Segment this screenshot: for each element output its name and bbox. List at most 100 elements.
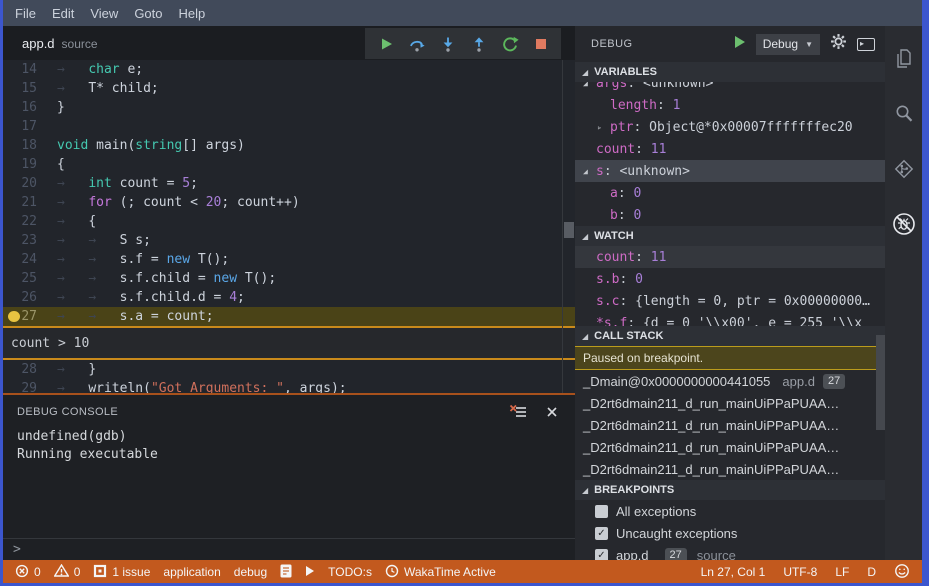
activity-files-button[interactable] [891, 46, 917, 72]
code-line-16[interactable]: 16} [3, 98, 575, 117]
status-lf[interactable]: LF [835, 565, 849, 579]
status-wakatime-active[interactable]: WakaTime Active [385, 564, 496, 580]
menu-view[interactable]: View [82, 6, 126, 21]
line-number-gutter[interactable]: 14 [3, 60, 49, 79]
line-number-gutter[interactable]: 17 [3, 117, 49, 136]
checkbox-checked-icon[interactable]: ✓ [595, 548, 608, 560]
debug-step-into-button[interactable] [432, 29, 463, 59]
code-line-22[interactable]: 22 → { [3, 212, 575, 231]
menu-edit[interactable]: Edit [44, 6, 82, 21]
code-line-28[interactable]: 28 → } [3, 360, 575, 379]
variable-row[interactable]: ◢ s: <unknown> [575, 160, 885, 182]
section-header-variables[interactable]: ◢ VARIABLES [575, 62, 885, 82]
line-number-gutter[interactable]: 21 [3, 193, 49, 212]
variable-row[interactable]: ▹ ptr: Object@*0x00007fffffffec20 [575, 116, 885, 138]
line-number-gutter[interactable]: 29 [3, 379, 49, 393]
variable-row[interactable]: count: 11 [575, 138, 885, 160]
stack-frame-row[interactable]: _D2rt6dmain211_d_run_mainUiPPaPUAA… [575, 414, 885, 436]
stack-frame-row[interactable]: _D2rt6dmain211_d_run_mainUiPPaPUAA… [575, 436, 885, 458]
line-number-gutter[interactable]: 28 [3, 360, 49, 379]
code-line-20[interactable]: 20 → int count = 5; [3, 174, 575, 193]
breakpoint-row[interactable]: ✓ Uncaught exceptions [575, 522, 885, 544]
code-line-15[interactable]: 15 → T* child; [3, 79, 575, 98]
line-number-gutter[interactable]: 18 [3, 136, 49, 155]
watch-row[interactable]: *s.f: {d = 0 '\\x00', e = 255 '\\x [575, 312, 885, 327]
status-1-issue[interactable]: 1 issue [93, 564, 150, 580]
status-0[interactable]: 0 [53, 563, 80, 579]
debug-restart-button[interactable] [494, 29, 525, 59]
line-number-gutter[interactable]: 27 [3, 307, 49, 326]
status-play[interactable] [305, 565, 315, 579]
status-doc[interactable] [280, 564, 292, 580]
debug-config-dropdown[interactable]: Debug ▼ [755, 33, 820, 55]
menu-goto[interactable]: Goto [126, 6, 170, 21]
tab-app-d[interactable]: app.d source [3, 36, 98, 51]
menu-file[interactable]: File [7, 6, 44, 21]
line-number-gutter[interactable]: 15 [3, 79, 49, 98]
line-number-gutter[interactable]: 16 [3, 98, 49, 117]
variable-row[interactable]: length: 1 [575, 94, 885, 116]
stack-frame-row[interactable]: _Dmain@0x0000000000441055 app.d 27 [575, 370, 885, 392]
stack-frame-row[interactable]: _D2rt6dmain211_d_run_mainUiPPaPUAA… [575, 458, 885, 480]
line-number-gutter[interactable]: 25 [3, 269, 49, 288]
activity-debug-button[interactable] [891, 211, 917, 237]
start-debug-button[interactable] [734, 35, 746, 54]
line-number-gutter[interactable]: 20 [3, 174, 49, 193]
expanded-icon[interactable]: ◢ [583, 167, 596, 176]
status-ln-27-col-1[interactable]: Ln 27, Col 1 [701, 565, 766, 579]
status-application[interactable]: application [163, 565, 220, 579]
watch-row[interactable]: count: 11 [575, 246, 885, 268]
section-header-watch[interactable]: ◢ WATCH [575, 226, 885, 246]
code-line-25[interactable]: 25 → → s.f.child = new T(); [3, 269, 575, 288]
line-number-gutter[interactable]: 19 [3, 155, 49, 174]
checkbox-checked-icon[interactable]: ✓ [595, 526, 608, 540]
breakpoint-row[interactable]: All exceptions [575, 500, 885, 522]
code-line-14[interactable]: 14 → char e; [3, 60, 575, 79]
watch-row[interactable]: s.c: {length = 0, ptr = 0x00000000… [575, 290, 885, 312]
configure-gear-icon[interactable] [830, 33, 847, 55]
code-line-26[interactable]: 26 → → s.f.child.d = 4; [3, 288, 575, 307]
code-line-27[interactable]: 27 → → s.a = count; [3, 307, 575, 326]
breakpoint-row[interactable]: ✓ app.d 27 source [575, 544, 885, 560]
code-line-24[interactable]: 24 → → s.f = new T(); [3, 250, 575, 269]
breakpoint-condition-widget[interactable]: count > 10 [3, 326, 575, 360]
code-line-29[interactable]: 29 → writeln("Got Arguments: ", args); [3, 379, 575, 393]
debug-step-over-button[interactable] [401, 29, 432, 59]
variable-row[interactable]: a: 0 [575, 182, 885, 204]
expanded-icon[interactable]: ◢ [583, 82, 596, 88]
stack-frame-row[interactable]: _D2rt6dmain211_d_run_mainUiPPaPUAA… [575, 392, 885, 414]
line-number-gutter[interactable]: 26 [3, 288, 49, 307]
open-console-icon[interactable]: ▸ [857, 37, 875, 51]
variable-row[interactable]: b: 0 [575, 204, 885, 226]
section-header-breakpoints[interactable]: ◢ BREAKPOINTS [575, 480, 885, 500]
debug-console-input[interactable]: > [3, 538, 575, 560]
debug-stop-button[interactable] [525, 29, 556, 59]
debug-step-out-button[interactable] [463, 29, 494, 59]
code-editor[interactable]: 14 → char e; 15 → T* child; 16} 17 18 void main… [3, 60, 575, 393]
code-line-18[interactable]: 18 void main(string[] args) [3, 136, 575, 155]
code-line-21[interactable]: 21 → for (; count < 20; count++) [3, 193, 575, 212]
status-utf-8[interactable]: UTF-8 [783, 565, 817, 579]
close-panel-icon[interactable] [545, 405, 559, 419]
sidebar-scrollbar[interactable] [876, 335, 885, 430]
watch-row[interactable]: s.b: 0 [575, 268, 885, 290]
code-line-23[interactable]: 23 → → S s; [3, 231, 575, 250]
collapsed-icon[interactable]: ▹ [597, 123, 610, 132]
section-header-call-stack[interactable]: ◢ CALL STACK [575, 326, 885, 346]
menu-help[interactable]: Help [171, 6, 214, 21]
debug-continue-button[interactable] [370, 29, 401, 59]
clear-console-icon[interactable] [509, 404, 528, 420]
checkbox-unchecked-icon[interactable] [595, 504, 608, 518]
status-debug[interactable]: debug [234, 565, 267, 579]
line-number-gutter[interactable]: 23 [3, 231, 49, 250]
status-todo-s[interactable]: TODO:s [328, 565, 372, 579]
line-number-gutter[interactable]: 24 [3, 250, 49, 269]
variable-row[interactable]: ◢ args: <unknown> [575, 82, 885, 94]
activity-git-button[interactable] [891, 156, 917, 182]
status-0[interactable]: 0 [15, 564, 41, 580]
status-d[interactable]: D [867, 565, 876, 579]
status-smiley[interactable] [894, 563, 910, 581]
line-number-gutter[interactable]: 22 [3, 212, 49, 231]
breakpoint-icon[interactable] [8, 311, 20, 322]
scrollbar-handle[interactable] [564, 222, 574, 238]
